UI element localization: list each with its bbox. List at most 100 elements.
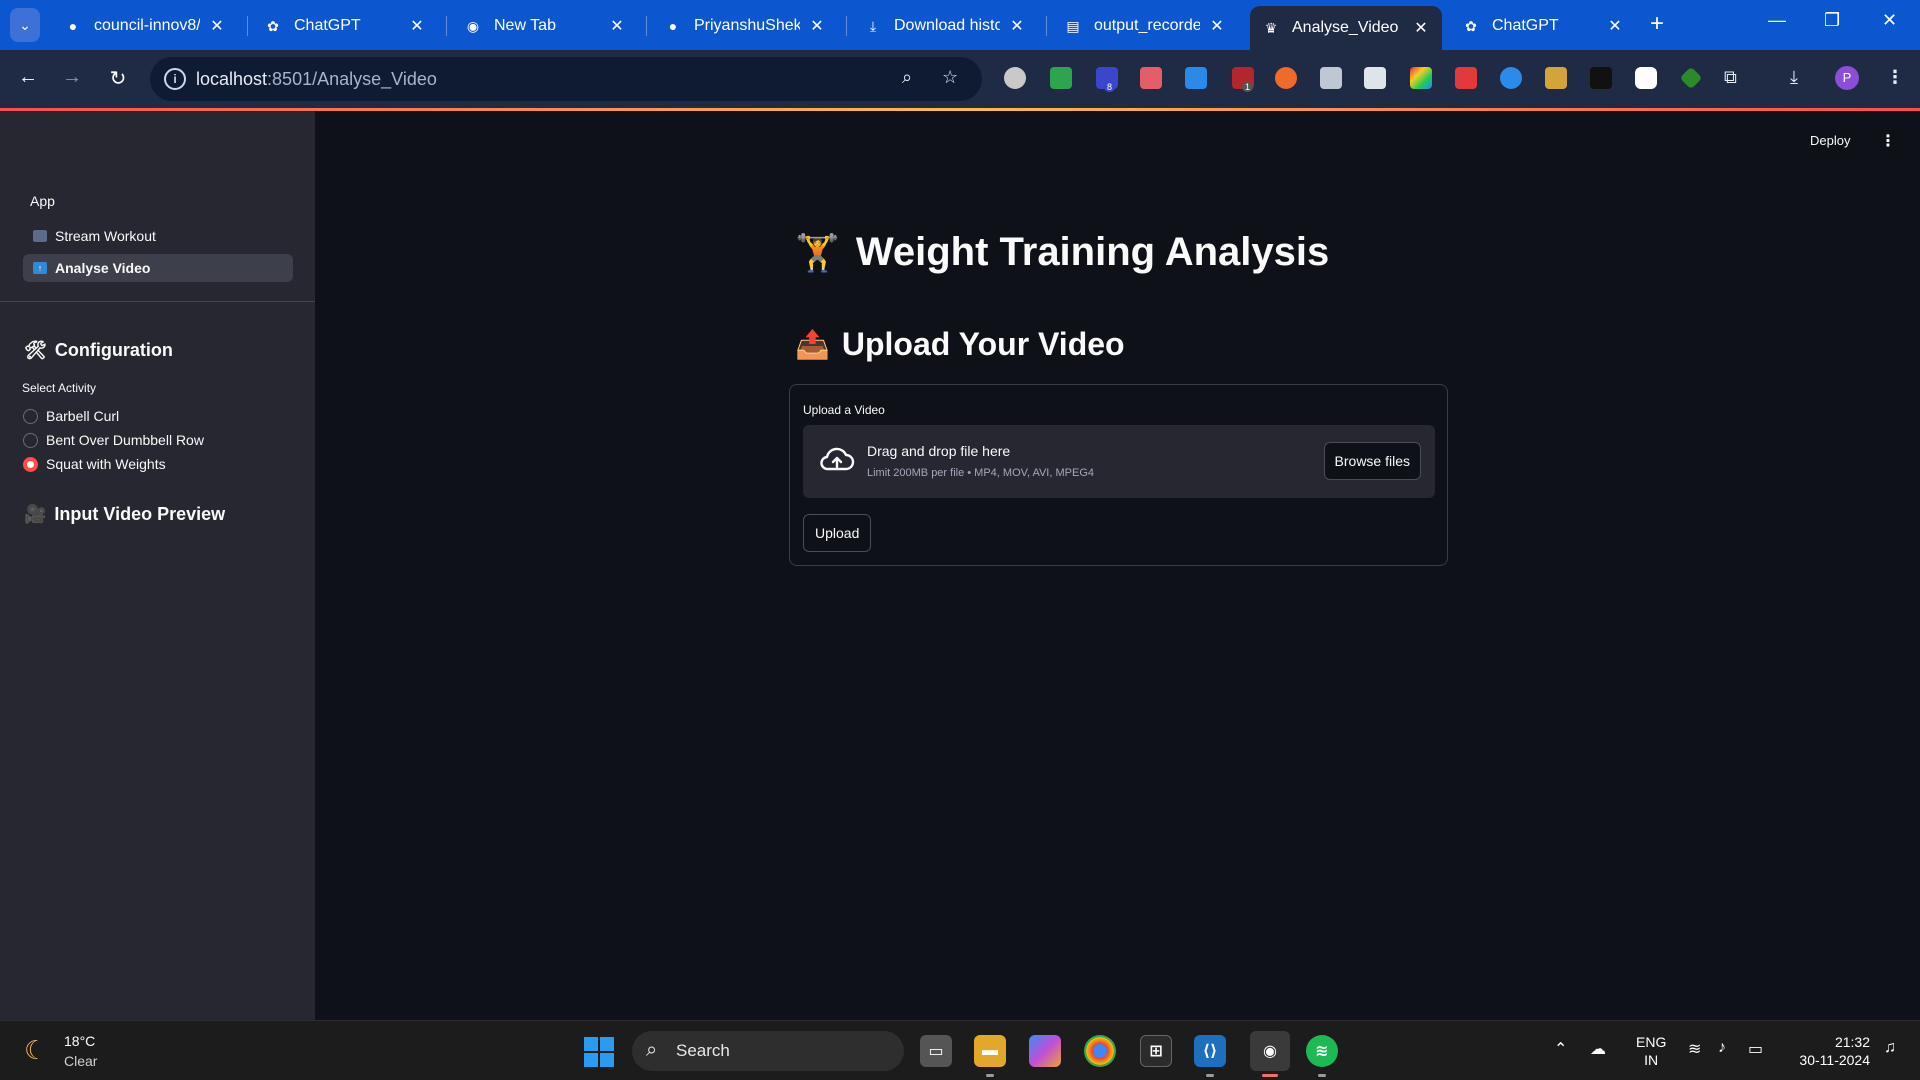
browser-tab[interactable]: ● council-innov8/c ✕ bbox=[52, 6, 238, 46]
tab-title: ChatGPT bbox=[1492, 17, 1559, 34]
vscode-icon[interactable]: ⟨⟩ bbox=[1194, 1035, 1226, 1067]
battery-icon[interactable]: ▭ bbox=[1748, 1039, 1763, 1059]
windows-logo-icon bbox=[584, 1053, 598, 1067]
browser-menu-icon[interactable]: ⋮ bbox=[1886, 67, 1904, 88]
sidebar-item-label: Analyse Video bbox=[55, 260, 151, 276]
new-tab-button[interactable]: + bbox=[1650, 10, 1664, 38]
volume-icon[interactable]: ♪ bbox=[1718, 1039, 1726, 1057]
moon-icon[interactable]: ☾ bbox=[24, 1035, 47, 1066]
restore-button[interactable]: ❐ bbox=[1824, 10, 1840, 31]
radio-barbell-curl[interactable]: Barbell Curl bbox=[23, 408, 119, 424]
file-icon: ▤ bbox=[1066, 17, 1080, 34]
browser-tab[interactable]: ⤓ Download histor ✕ bbox=[852, 6, 1038, 46]
browser-tab[interactable]: ✿ ChatGPT ✕ bbox=[252, 6, 438, 46]
color-picker-icon[interactable] bbox=[1410, 67, 1432, 89]
tab-search-button[interactable]: ⌄ bbox=[10, 8, 40, 42]
browser-tab-active[interactable]: ♛ Analyse_Video ✕ bbox=[1250, 6, 1442, 50]
search-icon: ⌕ bbox=[646, 1039, 658, 1061]
chrome-profile-icon[interactable]: ◉ bbox=[1250, 1031, 1290, 1071]
lock-extension-icon[interactable] bbox=[1635, 67, 1657, 89]
taskbar-search[interactable]: ⌕ Search bbox=[632, 1031, 904, 1071]
plus-icon: + bbox=[1650, 10, 1665, 37]
close-icon[interactable]: ✕ bbox=[1412, 18, 1430, 38]
site-info-icon[interactable]: i bbox=[164, 68, 186, 90]
extension-icon[interactable] bbox=[1455, 67, 1477, 89]
file-dropzone[interactable]: Drag and drop file here Limit 200MB per … bbox=[803, 425, 1435, 498]
system-clock[interactable]: 21:32 30-11-2024 bbox=[1786, 1033, 1870, 1069]
reload-button[interactable]: ↻ bbox=[104, 66, 132, 91]
extension-icon[interactable] bbox=[1500, 67, 1522, 89]
chevron-down-icon: ⌄ bbox=[19, 16, 31, 33]
tab-separator bbox=[247, 16, 248, 36]
extension-icon[interactable] bbox=[1590, 67, 1612, 89]
upload-button[interactable]: Upload bbox=[803, 514, 872, 552]
search-placeholder: Search bbox=[676, 1041, 730, 1060]
close-icon[interactable]: ✕ bbox=[808, 16, 826, 36]
extension-icon[interactable] bbox=[1545, 67, 1567, 89]
radio-button-selected[interactable] bbox=[23, 456, 38, 472]
sidebar-item-analyse-video[interactable]: ↑ Analyse Video bbox=[23, 254, 293, 282]
tools-icon: 🛠 bbox=[24, 340, 47, 360]
onedrive-icon[interactable]: ☁ bbox=[1590, 1039, 1606, 1059]
extension-icon[interactable] bbox=[1140, 67, 1162, 89]
download-icon: ⤓ bbox=[869, 17, 877, 34]
profile-avatar[interactable]: P bbox=[1835, 66, 1859, 90]
extensions-puzzle-icon[interactable]: ⧉ bbox=[1724, 67, 1737, 88]
camera-icon[interactable] bbox=[1320, 67, 1342, 89]
extension-icon[interactable] bbox=[1185, 67, 1207, 89]
radio-button[interactable] bbox=[23, 432, 38, 448]
chrome-icon[interactable] bbox=[1084, 1035, 1116, 1067]
wifi-icon[interactable]: ≋ bbox=[1688, 1039, 1701, 1059]
forward-button[interactable]: → bbox=[58, 66, 86, 89]
main-menu-icon[interactable]: ⋮ bbox=[1880, 131, 1896, 151]
extension-icon[interactable] bbox=[1275, 67, 1297, 89]
sidebar-item-stream-workout[interactable]: Stream Workout bbox=[23, 222, 293, 250]
weather-description[interactable]: Clear bbox=[64, 1053, 97, 1069]
start-button[interactable] bbox=[584, 1037, 614, 1067]
radio-squat-with-weights[interactable]: Squat with Weights bbox=[23, 456, 166, 472]
extension-icon[interactable] bbox=[1004, 67, 1026, 89]
window-close-button[interactable]: ✕ bbox=[1882, 10, 1897, 31]
weather-temperature[interactable]: 18°C bbox=[64, 1033, 95, 1049]
close-icon[interactable]: ✕ bbox=[608, 16, 626, 36]
close-icon[interactable]: ✕ bbox=[208, 16, 226, 36]
notification-bell-icon[interactable]: ♫ bbox=[1884, 1039, 1896, 1057]
page-title: 🏋 Weight Training Analysis bbox=[795, 230, 1329, 275]
browser-tab[interactable]: ● PriyanshuShekha ✕ bbox=[652, 6, 838, 46]
zoom-icon[interactable]: ⌕ bbox=[902, 67, 912, 88]
spotify-icon[interactable]: ≋ bbox=[1306, 1035, 1338, 1067]
file-explorer-icon[interactable]: ▬ bbox=[974, 1035, 1006, 1067]
minimize-button[interactable]: — bbox=[1768, 10, 1786, 31]
show-hidden-icons-chevron-icon[interactable]: ⌃ bbox=[1554, 1039, 1567, 1059]
sidebar-divider bbox=[0, 301, 315, 302]
back-button[interactable]: ← bbox=[14, 66, 42, 89]
browser-tab[interactable]: ◉ New Tab ✕ bbox=[452, 6, 638, 46]
input-video-preview-heading: 🎥 Input Video Preview bbox=[24, 504, 225, 525]
microsoft-store-icon[interactable]: ⊞ bbox=[1140, 1035, 1172, 1067]
close-icon[interactable]: ✕ bbox=[408, 16, 426, 36]
extension-badge: 1 bbox=[1242, 82, 1254, 92]
extension-icon[interactable] bbox=[1364, 67, 1386, 89]
downloads-icon[interactable]: ⤓ bbox=[1790, 67, 1798, 88]
deploy-button[interactable]: Deploy bbox=[1810, 133, 1850, 148]
page-title-text: Weight Training Analysis bbox=[855, 230, 1330, 274]
language-code: ENG bbox=[1636, 1034, 1667, 1050]
upload-form: Upload a Video Drag and drop file here L… bbox=[789, 384, 1448, 566]
browser-tab[interactable]: ✿ ChatGPT ✕ bbox=[1450, 6, 1636, 46]
sidebar: App Stream Workout ↑ Analyse Video 🛠 Con… bbox=[0, 111, 315, 1020]
close-icon[interactable]: ✕ bbox=[1606, 16, 1624, 36]
dropzone-title: Drag and drop file here bbox=[867, 443, 1011, 459]
address-bar[interactable]: i localhost:8501/Analyse_Video bbox=[150, 57, 982, 101]
task-view-icon[interactable]: ▭ bbox=[920, 1035, 952, 1067]
extension-icon[interactable] bbox=[1050, 67, 1072, 89]
radio-button[interactable] bbox=[23, 408, 38, 424]
browse-files-button[interactable]: Browse files bbox=[1323, 442, 1421, 480]
close-icon[interactable]: ✕ bbox=[1208, 16, 1226, 36]
close-icon[interactable]: ✕ bbox=[1008, 16, 1026, 36]
github-icon: ● bbox=[668, 18, 678, 34]
browser-tab[interactable]: ▤ output_recorded ✕ bbox=[1052, 6, 1238, 46]
radio-bent-over-dumbbell-row[interactable]: Bent Over Dumbbell Row bbox=[23, 432, 204, 448]
language-indicator[interactable]: ENG IN bbox=[1636, 1033, 1666, 1069]
copilot-icon[interactable] bbox=[1029, 1035, 1061, 1067]
bookmark-star-icon[interactable]: ☆ bbox=[942, 67, 958, 88]
